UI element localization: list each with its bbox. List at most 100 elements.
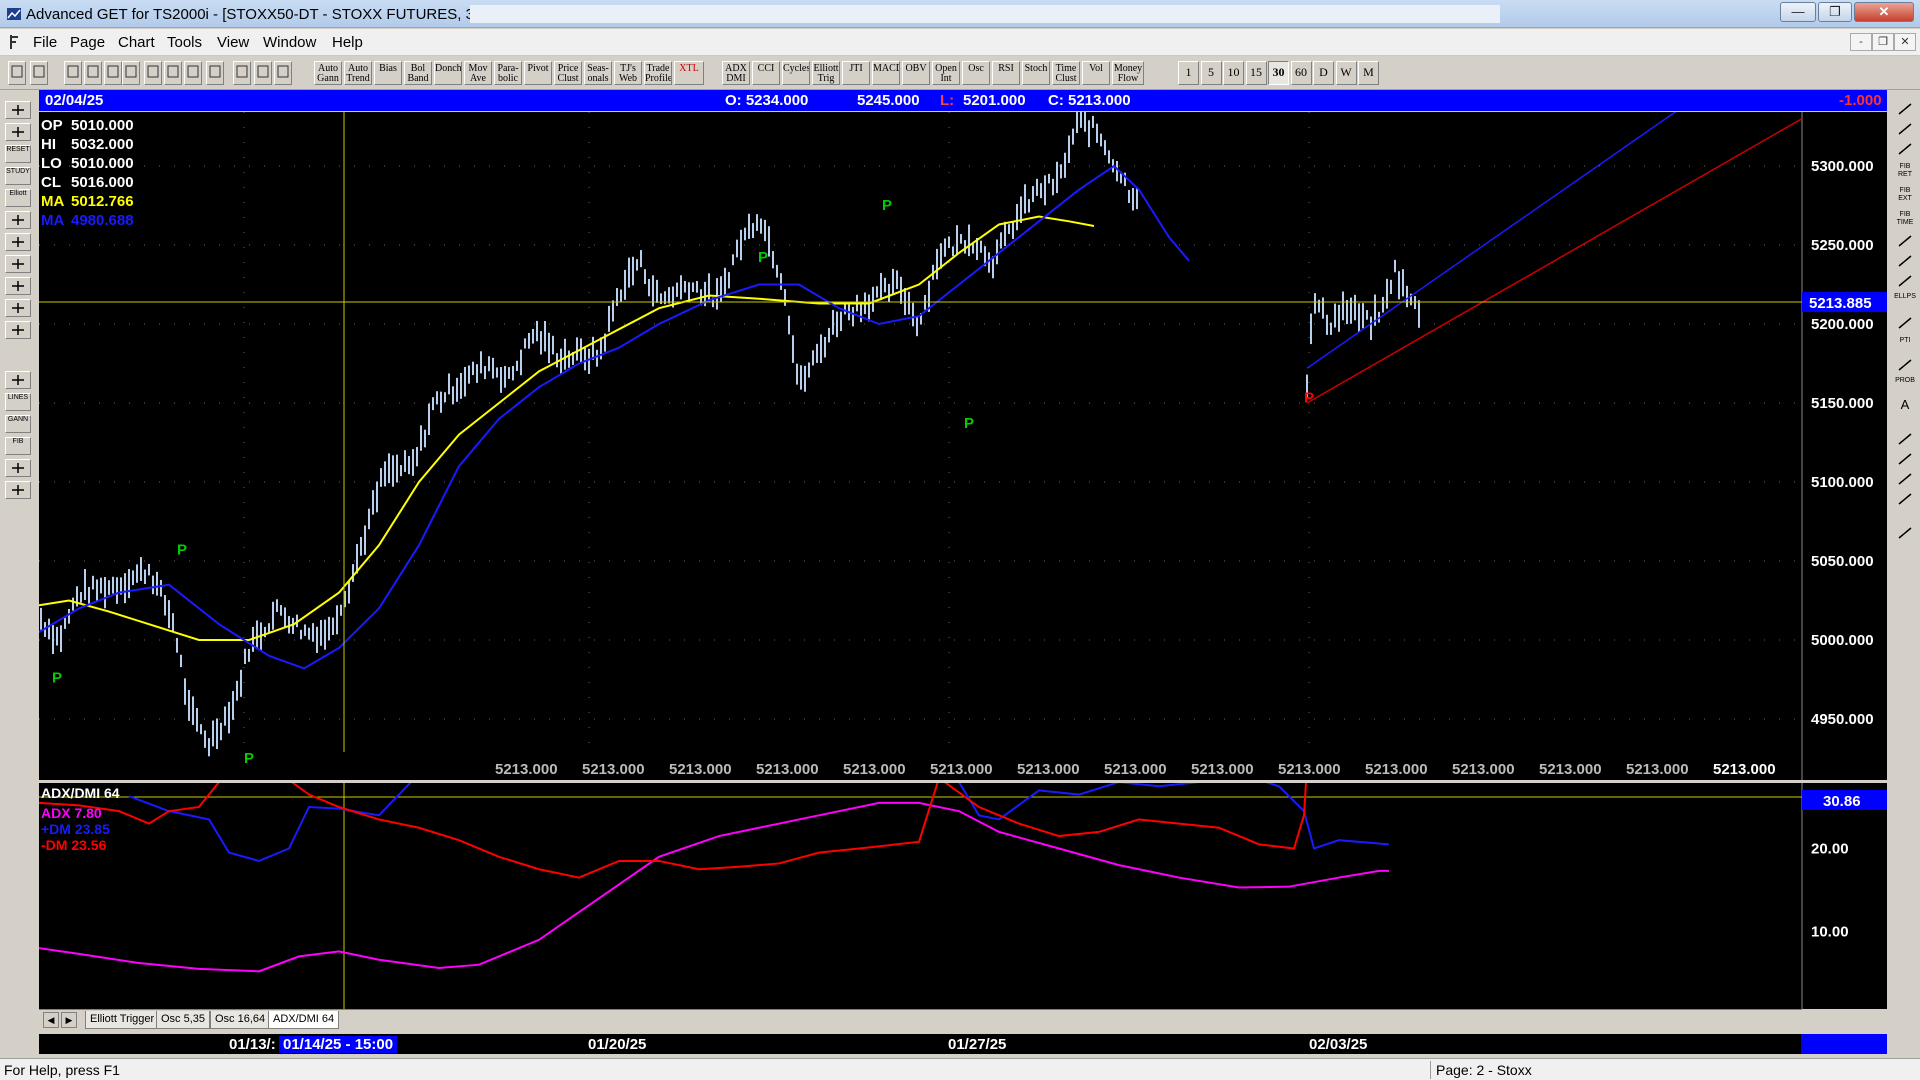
interval-30-button[interactable]: 30 [1268, 61, 1289, 85]
study-bol-band-button[interactable]: Bol Band [404, 61, 432, 85]
study-obv-button[interactable]: OBV [902, 61, 930, 85]
pointer-icon[interactable] [8, 61, 26, 85]
chart-icon[interactable] [122, 61, 140, 85]
arrow-left-icon[interactable] [5, 255, 31, 273]
copy-page-icon[interactable] [84, 61, 102, 85]
study-cci-button[interactable]: CCI [752, 61, 780, 85]
line-tool-icon[interactable] [1894, 141, 1916, 159]
study-money-flow-button[interactable]: Money Flow [1112, 61, 1144, 85]
study-elliott-trig-button[interactable]: Elliott Trig [812, 61, 840, 85]
compress-icon[interactable] [5, 321, 31, 339]
eraser-icon[interactable] [1894, 451, 1916, 469]
fib-retracement-button[interactable]: FIB RET [1894, 163, 1916, 181]
price-chart[interactable]: P P P P P P P OP 5010.000 HI 5032.000 LO 5010.000 CL 5… [38, 23, 1887, 780]
fan-tool-icon[interactable] [1894, 253, 1916, 271]
study-rsi-button[interactable]: RSI [992, 61, 1020, 85]
gann-button[interactable]: GANN [5, 415, 31, 433]
fib-extension-button[interactable]: FIB EXT [1894, 187, 1916, 205]
new-page-icon[interactable] [64, 61, 82, 85]
study-time-clust-button[interactable]: Time Clust [1052, 61, 1080, 85]
chart-icon[interactable] [164, 61, 182, 85]
study-auto-trend-button[interactable]: Auto Trend [344, 61, 372, 85]
menu-help[interactable]: Help [332, 34, 363, 51]
reset-button[interactable]: RESET [5, 145, 31, 163]
study-price-clust-button[interactable]: Price Clust [554, 61, 582, 85]
expand-icon[interactable] [5, 299, 31, 317]
restore-button[interactable]: ❐ [1818, 2, 1852, 22]
interval-d-button[interactable]: D [1313, 61, 1334, 85]
minimize-button[interactable]: — [1780, 2, 1816, 22]
print-icon[interactable] [233, 61, 251, 85]
interval-w-button[interactable]: W [1335, 61, 1357, 85]
mdi-restore-button[interactable]: ❐ [1872, 33, 1894, 51]
interval-15-button[interactable]: 15 [1245, 61, 1267, 85]
study-trade-profile-button[interactable]: Trade Profile [644, 61, 672, 85]
tab-adx-dmi-64[interactable]: ADX/DMI 64 [268, 1011, 340, 1029]
scissors-icon[interactable] [5, 123, 31, 141]
menu-view[interactable]: View [217, 34, 249, 51]
arrow-right-icon[interactable] [5, 277, 31, 295]
magnet-icon[interactable] [1894, 525, 1916, 543]
interval-5-button[interactable]: 5 [1200, 61, 1222, 85]
elliott-button[interactable]: Elliott [5, 189, 31, 207]
menu-chart[interactable]: Chart [118, 34, 155, 51]
study-seas-onals-button[interactable]: Seas-onals [584, 61, 612, 85]
grid-icon[interactable] [5, 371, 31, 389]
study-jti-button[interactable]: JTI [842, 61, 870, 85]
box-tool-icon[interactable] [1894, 273, 1916, 291]
quote-icon[interactable] [30, 61, 48, 85]
study-xtl-button[interactable]: XTL [674, 61, 704, 85]
chart-icon[interactable] [144, 61, 162, 85]
pti-button[interactable]: PTI [1894, 337, 1916, 355]
question-icon[interactable] [254, 61, 272, 85]
grid-tool-icon[interactable] [1894, 357, 1916, 375]
menu-page[interactable]: Page [70, 34, 105, 51]
study-macd-button[interactable]: MACD [872, 61, 900, 85]
arrow-up-icon[interactable] [5, 211, 31, 229]
zoom-icon[interactable] [1894, 431, 1916, 449]
circle-tool-icon[interactable] [1894, 233, 1916, 251]
menu-file[interactable]: File [33, 34, 57, 51]
mdi-minimize-button[interactable]: - [1850, 33, 1872, 51]
list-icon[interactable] [1894, 471, 1916, 489]
chart-icon[interactable] [206, 61, 224, 85]
channel-tool-icon[interactable] [1894, 315, 1916, 333]
study-para-bolic-button[interactable]: Para-bolic [494, 61, 522, 85]
tab-scroll-left-button[interactable]: ◀ [43, 1012, 59, 1028]
ellipse-button[interactable]: ELLPS [1894, 293, 1916, 311]
calculator-icon[interactable] [5, 481, 31, 499]
study-stoch-button[interactable]: Stoch [1022, 61, 1050, 85]
study-button[interactable]: STUDY [5, 167, 31, 185]
chart-icon[interactable] [184, 61, 202, 85]
mdi-close-button[interactable]: ✕ [1894, 33, 1916, 51]
study-mov-ave-button[interactable]: Mov Ave [464, 61, 492, 85]
study-adx-dmi-button[interactable]: ADX DMI [722, 61, 750, 85]
study-auto-gann-button[interactable]: Auto Gann [314, 61, 342, 85]
price-chart-panel[interactable]: P P P P P P P OP 5010.000 HI 5032.000 LO 5010.000 CL 5… [38, 23, 1887, 780]
interval-10-button[interactable]: 10 [1223, 61, 1244, 85]
interval-1-button[interactable]: 1 [1178, 61, 1199, 85]
text-tool-button[interactable]: A [1894, 398, 1916, 419]
indicator-panel[interactable]: ADX/DMI 64ADX 7.80+DM 23.85-DM 23.5630.0… [38, 731, 1887, 1009]
study-open-int-button[interactable]: Open Int [932, 61, 960, 85]
dock-icon[interactable] [1894, 491, 1916, 509]
arrow-down-icon[interactable] [5, 233, 31, 251]
open-folder-icon[interactable] [5, 101, 31, 119]
study-bias-button[interactable]: Bias [374, 61, 402, 85]
menu-tools[interactable]: Tools [167, 34, 202, 51]
fib-time-button[interactable]: FIB TIME [1894, 211, 1916, 229]
tab-osc-5-35[interactable]: Osc 5,35 [156, 1011, 211, 1029]
help-pointer-icon[interactable] [274, 61, 292, 85]
menu-window[interactable]: Window [263, 34, 316, 51]
study-osc-button[interactable]: Osc [962, 61, 990, 85]
interval-m-button[interactable]: M [1358, 61, 1379, 85]
fib-button[interactable]: FIB [5, 437, 31, 455]
study-cycles-button[interactable]: Cycles [782, 61, 810, 85]
pencil-icon[interactable] [1894, 121, 1916, 139]
study-vol-button[interactable]: Vol [1082, 61, 1110, 85]
interval-60-button[interactable]: 60 [1290, 61, 1312, 85]
cross-icon[interactable] [1894, 101, 1916, 119]
study-tj-s-web-button[interactable]: TJ's Web [614, 61, 642, 85]
probability-button[interactable]: PROB [1894, 377, 1916, 395]
tab-elliott-trigger[interactable]: Elliott Trigger [85, 1011, 160, 1029]
